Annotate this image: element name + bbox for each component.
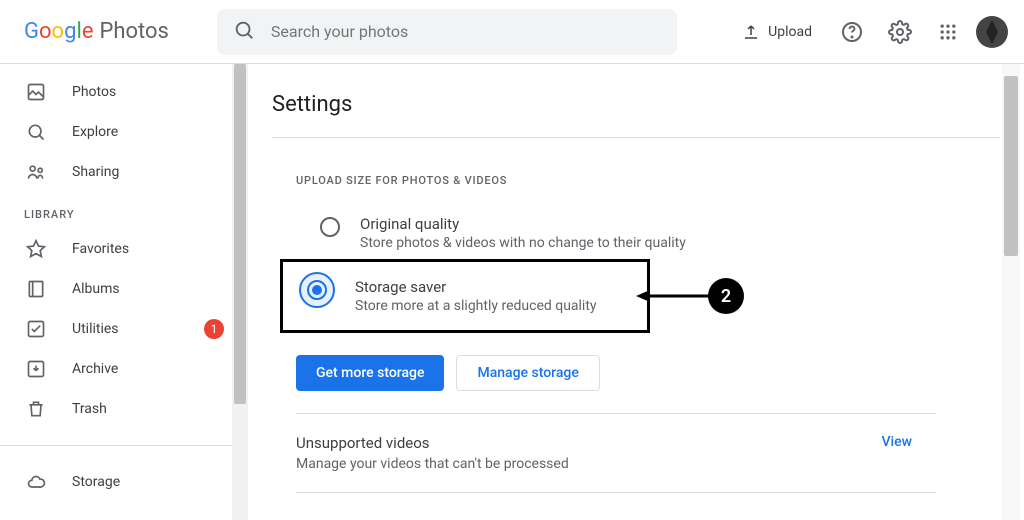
apps-icon [938, 22, 958, 42]
subsection-subtitle: Manage your videos that can't be process… [296, 456, 569, 472]
gear-icon [888, 20, 912, 44]
account-avatar[interactable] [976, 16, 1008, 48]
trash-icon [24, 397, 48, 421]
utilities-badge: 1 [204, 319, 224, 339]
search-input[interactable] [271, 22, 661, 41]
unsupported-videos-row: Unsupported videos Manage your videos th… [296, 413, 936, 492]
sidebar-library-head: LIBRARY [0, 192, 248, 229]
sidebar-item-favorites[interactable]: Favorites [0, 229, 248, 269]
sidebar-item-label: Archive [72, 361, 224, 377]
sidebar-item-label: Favorites [72, 241, 224, 257]
view-link[interactable]: View [882, 434, 913, 450]
page-title: Settings [272, 92, 1000, 117]
radio-storage-saver[interactable]: Storage saver Store more at a slightly r… [283, 270, 639, 322]
sidebar-item-label: Trash [72, 401, 224, 417]
sharing-icon [24, 160, 48, 184]
annotation-step-badge: 2 [708, 278, 744, 314]
logo[interactable]: Google Photos [24, 19, 169, 44]
cloud-icon [24, 470, 48, 494]
header: Google Photos Upload [0, 0, 1024, 64]
radio-icon-selected[interactable] [299, 272, 335, 308]
main-scrollbar-thumb[interactable] [1004, 76, 1018, 256]
divider [0, 445, 248, 446]
sidebar-item-explore[interactable]: Explore [0, 112, 248, 152]
annotation-highlight: Storage saver Store more at a slightly r… [280, 259, 650, 333]
divider [296, 492, 936, 493]
sidebar-item-albums[interactable]: Albums [0, 269, 248, 309]
subsection-title: Unsupported videos [296, 434, 569, 452]
sidebar-item-label: Sharing [72, 164, 224, 180]
section-head-upload-size: UPLOAD SIZE FOR PHOTOS & VIDEOS [296, 174, 1000, 187]
sidebar-item-storage[interactable]: Storage [0, 462, 248, 502]
sidebar-item-utilities[interactable]: Utilities 1 [0, 309, 248, 349]
sidebar: Photos Explore Sharing LIBRARY Favorites… [0, 64, 248, 520]
option-subtitle: Store photos & videos with no change to … [360, 235, 686, 251]
sidebar-scrollbar-track[interactable] [232, 64, 248, 520]
upload-button[interactable]: Upload [730, 15, 824, 49]
utilities-icon [24, 317, 48, 341]
sidebar-item-sharing[interactable]: Sharing [0, 152, 248, 192]
search-icon [233, 19, 255, 45]
sidebar-item-label: Storage [72, 474, 224, 490]
search-bar[interactable] [217, 9, 677, 55]
sidebar-item-trash[interactable]: Trash [0, 389, 248, 429]
header-actions: Upload [730, 12, 1008, 52]
sidebar-item-archive[interactable]: Archive [0, 349, 248, 389]
upload-icon [742, 23, 760, 41]
sidebar-scrollbar-thumb[interactable] [234, 64, 246, 404]
star-icon [24, 237, 48, 261]
archive-icon [24, 357, 48, 381]
upload-label: Upload [768, 24, 812, 40]
get-more-storage-button[interactable]: Get more storage [296, 355, 444, 391]
settings-button[interactable] [880, 12, 920, 52]
help-icon [840, 20, 864, 44]
search-icon [24, 120, 48, 144]
sidebar-item-label: Utilities [72, 321, 180, 337]
sidebar-item-label: Explore [72, 124, 224, 140]
option-subtitle: Store more at a slightly reduced quality [355, 298, 597, 314]
radio-icon[interactable] [320, 217, 340, 237]
storage-buttons: Get more storage Manage storage [296, 355, 1000, 391]
divider [272, 137, 1000, 138]
main-content: Settings UPLOAD SIZE FOR PHOTOS & VIDEOS… [248, 64, 1024, 520]
help-button[interactable] [832, 12, 872, 52]
apps-button[interactable] [928, 12, 968, 52]
sidebar-item-photos[interactable]: Photos [0, 72, 248, 112]
option-title: Original quality [360, 215, 686, 233]
sidebar-item-label: Photos [72, 84, 224, 100]
option-title: Storage saver [355, 278, 597, 296]
photos-icon [24, 80, 48, 104]
manage-storage-button[interactable]: Manage storage [456, 355, 599, 391]
sidebar-item-label: Albums [72, 281, 224, 297]
radio-original-quality[interactable]: Original quality Store photos & videos w… [296, 207, 1000, 259]
albums-icon [24, 277, 48, 301]
product-name: Photos [99, 19, 168, 44]
